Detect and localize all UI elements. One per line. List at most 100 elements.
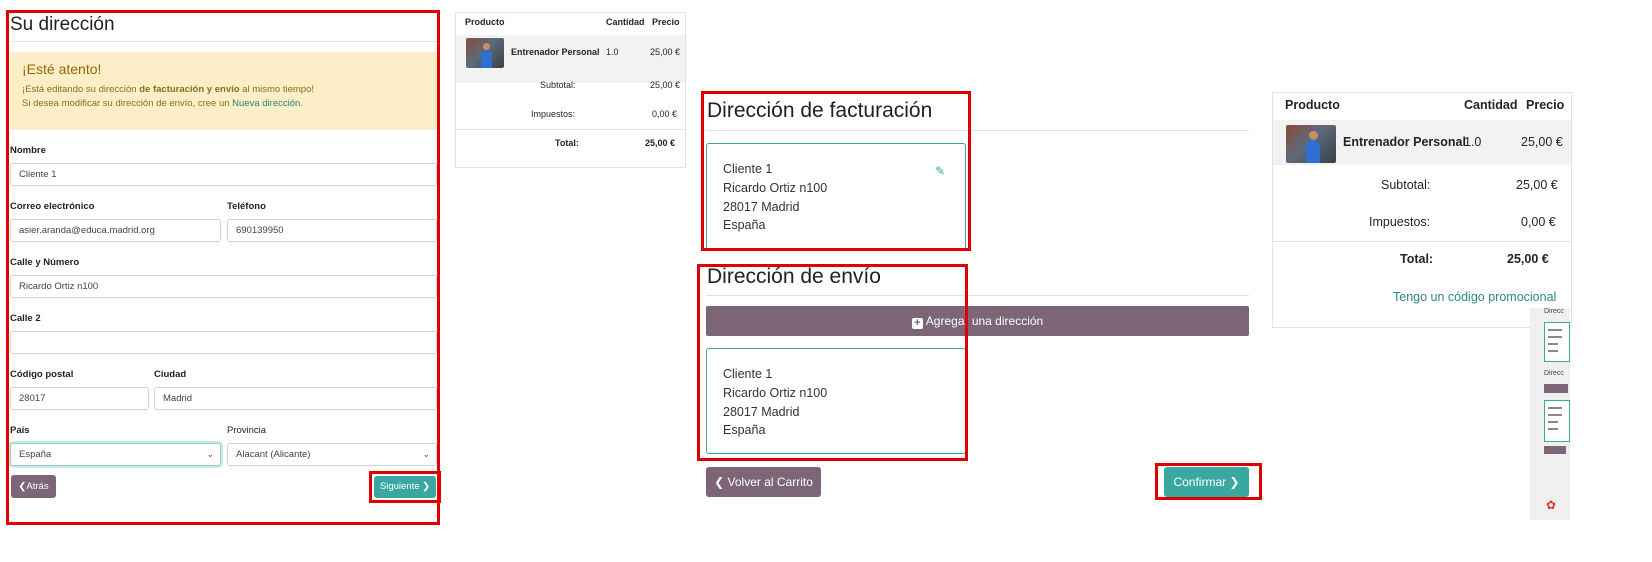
next-button-label: Siguiente — [379, 481, 420, 492]
col-qty-header: Cantidad — [606, 17, 645, 27]
zip-label: Código postal — [10, 369, 74, 380]
street2-label: Calle 2 — [10, 313, 41, 324]
alert-title: ¡Esté atento! — [22, 61, 102, 77]
product-name: Entrenador Personal — [1343, 135, 1466, 149]
name-label: Nombre — [10, 145, 46, 156]
billing-address-line: Cliente 1 — [723, 162, 773, 176]
product-qty: 1.0 — [1464, 135, 1482, 149]
subtotal-value: 25,00 € — [650, 80, 681, 90]
cart-summary-large: Producto Cantidad Precio Entrenador Pers… — [1272, 92, 1572, 328]
tax-label: Impuestos: — [531, 109, 576, 119]
billing-title: Dirección de facturación — [707, 99, 933, 122]
confirm-label: Confirmar — [1173, 475, 1227, 489]
mini-preview: Direcc Direcc ✿ — [1530, 308, 1570, 520]
province-value: Alacant (Alicante) — [236, 449, 311, 460]
billing-address-line: España — [723, 218, 766, 233]
street-label: Calle y Número — [10, 257, 80, 268]
product-qty: 1.0 — [606, 47, 619, 57]
alert-text: . — [300, 98, 303, 109]
promo-code-link[interactable]: Tengo un código promocional — [1393, 290, 1556, 304]
shipping-title: Dirección de envío — [707, 265, 881, 288]
cart-product-row: Entrenador Personal 1.0 25,00 € — [456, 35, 685, 83]
total-label: Total: — [555, 138, 579, 148]
billing-address-line: Ricardo Ortiz n100 — [723, 180, 828, 195]
shipping-address-line: España — [723, 423, 766, 438]
add-address-label: Agregar una dirección — [925, 314, 1044, 328]
country-select[interactable]: España ⌄ — [10, 443, 221, 466]
plus-square-icon: + — [911, 318, 923, 329]
province-select[interactable]: Alacant (Alicante) ⌄ — [227, 443, 437, 466]
shipping-divider — [706, 295, 1249, 296]
chevron-down-icon: ⌄ — [206, 449, 214, 459]
col-product-header: Producto — [465, 17, 505, 27]
tax-value: 0,00 € — [1521, 215, 1556, 229]
edit-icon[interactable]: ✎ — [935, 162, 945, 181]
country-value: España — [19, 449, 52, 460]
subtotal-label: Subtotal: — [540, 80, 576, 90]
confirm-button[interactable]: Confirmar ❯ — [1164, 467, 1249, 497]
subtotal-value: 25,00 € — [1516, 178, 1558, 192]
billing-divider — [706, 130, 1249, 131]
back-button-label: Atrás — [26, 481, 49, 492]
shipping-address-line: Cliente 1 — [723, 367, 773, 381]
chevron-down-icon: ⌄ — [422, 449, 430, 459]
email-input[interactable]: asier.aranda@educa.madrid.org — [10, 219, 221, 242]
back-button[interactable]: ❮Atrás — [11, 475, 56, 498]
city-input[interactable]: Madrid — [154, 387, 437, 410]
cart-product-row: Entrenador Personal 1.0 25,00 € — [1273, 120, 1571, 165]
warning-alert: ¡Esté atento! ¡Está editando su direcció… — [10, 52, 438, 130]
tax-value: 0,00 € — [652, 109, 678, 119]
app-logo-icon: ✿ — [1546, 498, 1557, 512]
street-input[interactable]: Ricardo Ortiz n100 — [10, 275, 437, 298]
shipping-address-card[interactable]: Cliente 1 Ricardo Ortiz n100 28017 Madri… — [706, 348, 966, 454]
product-price: 25,00 € — [650, 47, 681, 57]
billing-address-card[interactable]: Cliente 1 Ricardo Ortiz n100 28017 Madri… — [706, 143, 966, 251]
col-qty-header: Cantidad — [1464, 98, 1518, 112]
province-label: Provincia — [227, 425, 267, 436]
mini-card — [1544, 400, 1570, 442]
product-price: 25,00 € — [1521, 135, 1563, 149]
back-to-cart-label: Volver al Carrito — [727, 475, 813, 489]
phone-label: Teléfono — [227, 201, 266, 212]
product-thumbnail — [466, 38, 504, 68]
country-label: País — [10, 425, 30, 436]
mini-heading: Direcc — [1544, 308, 1564, 315]
street2-input[interactable] — [10, 331, 437, 354]
phone-input[interactable]: 690139950 — [227, 219, 437, 242]
mini-bar — [1544, 446, 1566, 454]
alert-line-2: Si desea modificar su dirección de envío… — [22, 97, 426, 111]
subtotal-label: Subtotal: — [1381, 178, 1431, 192]
chevron-left-icon: ❮ — [714, 475, 725, 489]
col-price-header: Precio — [652, 17, 680, 27]
zip-input[interactable]: 28017 — [10, 387, 149, 410]
alert-text: Si desea modificar su dirección de envío… — [22, 98, 233, 109]
shipping-address-line: Ricardo Ortiz n100 — [723, 385, 828, 400]
chevron-right-icon: ❯ — [422, 481, 431, 492]
alert-text: ¡Está editando su dirección — [22, 84, 140, 95]
billing-address-line: 28017 Madrid — [723, 199, 800, 214]
total-label: Total: — [1400, 252, 1434, 266]
title-divider — [10, 41, 437, 42]
mini-card — [1544, 322, 1570, 362]
address-form-title: Su dirección — [10, 14, 115, 35]
col-price-header: Precio — [1526, 98, 1565, 112]
alert-bold-text: de facturación y envío — [139, 84, 240, 95]
total-value: 25,00 € — [1507, 252, 1549, 266]
product-name: Entrenador Personal — [511, 47, 600, 57]
new-address-link[interactable]: Nueva dirección — [232, 98, 300, 109]
col-product-header: Producto — [1285, 98, 1340, 112]
total-value: 25,00 € — [645, 138, 676, 148]
email-label: Correo electrónico — [10, 201, 95, 212]
mini-bar — [1544, 384, 1568, 393]
alert-line-1: ¡Está editando su dirección de facturaci… — [22, 83, 426, 97]
cart-summary-small: Producto Cantidad Precio Entrenador Pers… — [455, 12, 686, 168]
add-address-button[interactable]: + Agregar una dirección — [706, 306, 1249, 336]
shipping-address-line: 28017 Madrid — [723, 404, 800, 419]
product-thumbnail — [1286, 125, 1336, 163]
total-divider — [456, 129, 685, 130]
next-button[interactable]: Siguiente ❯ — [374, 476, 436, 498]
back-to-cart-button[interactable]: ❮ Volver al Carrito — [706, 467, 821, 497]
mini-heading: Direcc — [1544, 370, 1564, 377]
name-input[interactable]: Cliente 1 — [10, 163, 437, 186]
chevron-right-icon: ❯ — [1229, 475, 1240, 489]
